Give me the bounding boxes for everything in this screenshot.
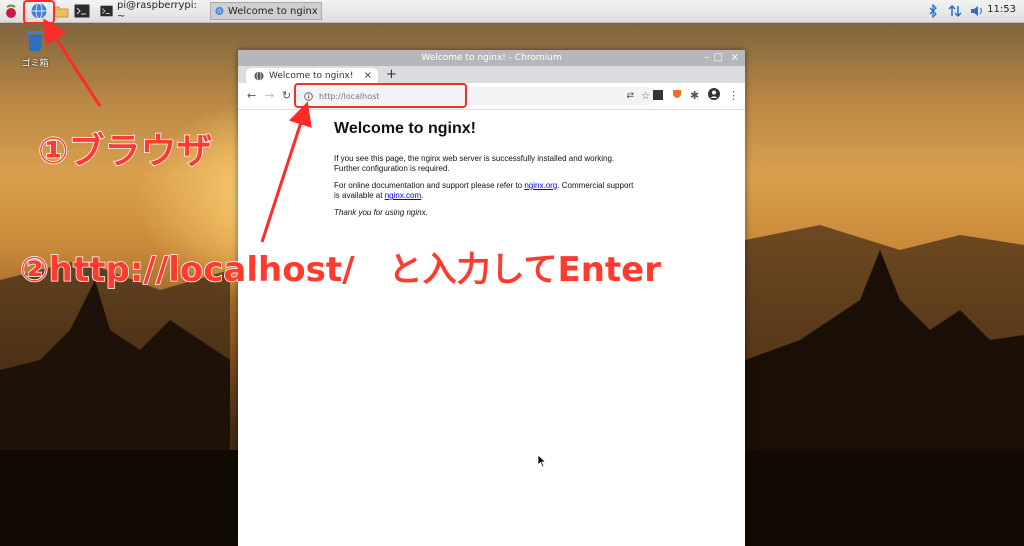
mouse-cursor-icon: [537, 454, 547, 468]
annotation-step-1: ①ブラウザ: [37, 130, 213, 173]
arrow-to-address-bar: [260, 101, 312, 243]
annotation-step-2: ②http://localhost/ と入力してEnter: [19, 249, 662, 291]
arrow-to-browser: [43, 18, 102, 107]
